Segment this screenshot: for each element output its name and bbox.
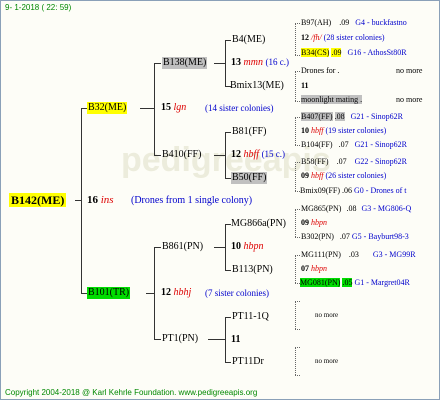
gp-mg865[interactable]: MG865(PN) .08 G3 - MG806-Q — [301, 205, 411, 213]
copyright-footer: Copyright 2004-2018 @ Karl Kehrle Founda… — [5, 388, 258, 397]
gp-b97[interactable]: B97(AH) .09 G4 - buckfastno — [301, 19, 407, 27]
date-stamp: 9- 1-2018 ( 22: 59) — [5, 3, 72, 12]
sire-generation: 15 lgn — [161, 103, 186, 113]
gp-b97-generation: 12 /fh/ (28 sister colonies) — [301, 33, 385, 42]
gp-mg081[interactable]: MG081(PN) .05 G1 - Margret04R — [300, 278, 410, 287]
mg866a-queen[interactable]: MG866a(PN) — [231, 219, 286, 229]
root-connector — [81, 108, 82, 293]
gp-b34[interactable]: B34(CS) .09 G16 - AthosSt80R — [301, 48, 407, 57]
mg866a-generation: 10 hbpn — [231, 241, 264, 252]
pt11dr-queen[interactable]: PT11Dr — [232, 357, 264, 367]
sire-note: (14 sister colonies) — [205, 103, 274, 113]
pt11-1q-queen[interactable]: PT11-1Q — [232, 312, 269, 322]
b113-queen[interactable]: B113(PN) — [232, 265, 273, 275]
gp-bmix09[interactable]: Bmix09(FF) .06 G0 - Drones of t — [300, 187, 406, 195]
gp-b407[interactable]: B407(FF) .08 G21 - Sinop62R — [301, 112, 403, 121]
sire-mark: lgn — [173, 102, 187, 113]
bmix13-queen[interactable]: Bmix13(ME) — [230, 81, 284, 91]
root-num: 16 — [87, 194, 98, 206]
root-queen[interactable]: B142(ME) — [9, 193, 67, 207]
gp-b58-generation: 09 hbff (26 sister colonies) — [301, 171, 387, 180]
gp-b58[interactable]: B58(FF) .07 G22 - Sinop62R — [301, 158, 407, 166]
gp-pt11-1q-info: no more — [315, 311, 339, 319]
gp-b407-generation: 10 hbff (19 sister colonies) — [301, 126, 387, 135]
gp-pt11dr-info: no more — [315, 357, 339, 365]
sire-queen[interactable]: B32(ME) — [87, 102, 128, 114]
b50-queen[interactable]: B50(FF) — [231, 172, 268, 184]
root-mark: ins — [100, 194, 114, 206]
gp-drones-for-info: no more — [396, 66, 423, 75]
b81-queen[interactable]: B81(FF) — [232, 127, 266, 137]
gp-mg865-generation: 09 hbpn — [301, 218, 327, 227]
gp-b104[interactable]: B104(FF) .07 G21 - Sinop62R — [301, 141, 407, 149]
gp-drones-generation: 11 — [301, 81, 309, 90]
dam-upper-queen[interactable]: B861(PN) — [162, 242, 203, 252]
dam-queen[interactable]: B101(TR) — [87, 287, 131, 299]
dam-generation: 12 hbhj — [161, 287, 192, 298]
sire-upper-generation: 13 mmn (16 c.) — [231, 57, 289, 68]
pt1-generation: 11 — [231, 334, 241, 345]
b4-queen[interactable]: B4(ME) — [232, 35, 265, 45]
gp-mg111-generation: 07 hbpn — [301, 264, 327, 273]
sire-upper-queen[interactable]: B138(ME) — [162, 57, 208, 69]
root-note: (Drones from 1 single colony) — [131, 195, 253, 206]
pedigree-frame: pedigreeapis 9- 1-2018 ( 22: 59) B142(ME… — [0, 0, 440, 400]
gp-moonlight-mating[interactable]: moonlight mating . — [301, 95, 363, 104]
gp-drones-for[interactable]: Drones for . — [301, 67, 339, 75]
gp-b302[interactable]: B302(PN) .07 G5 - Bayburt98-3 — [301, 233, 409, 241]
root-generation: 16 ins — [87, 195, 114, 206]
gp-mg111[interactable]: MG111(PN) .03 G3 - MG99R — [301, 251, 416, 259]
dam-lower-queen[interactable]: PT1(PN) — [162, 334, 198, 344]
gp-moonlight-info: no more — [396, 95, 423, 104]
sire-num: 15 — [161, 102, 171, 113]
dam-note: (7 sister colonies) — [205, 288, 269, 298]
sire-lower-queen[interactable]: B410(FF) — [162, 150, 201, 160]
sire-lower-generation: 12 hbff (15 c.) — [231, 149, 286, 160]
